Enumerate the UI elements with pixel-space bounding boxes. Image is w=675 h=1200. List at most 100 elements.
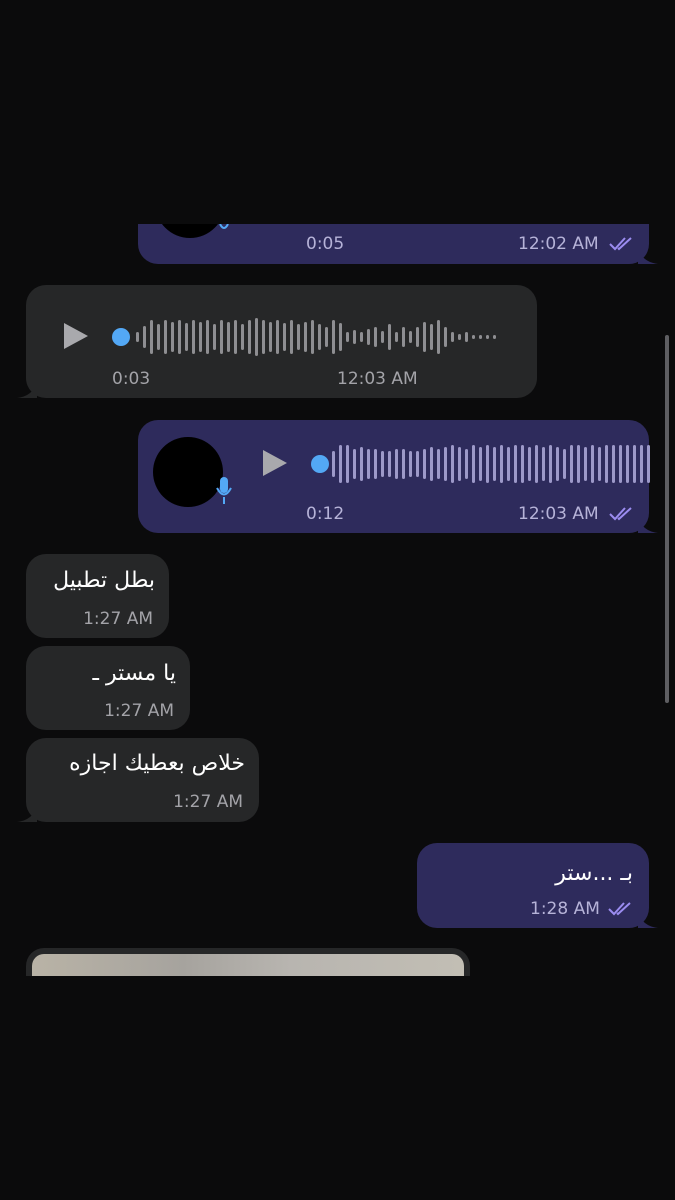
scrollbar[interactable] (665, 335, 669, 703)
playback-position-dot[interactable] (311, 455, 329, 473)
message-time: 1:28 AM (530, 899, 600, 919)
avatar (153, 437, 223, 507)
microphone-icon (216, 477, 232, 504)
waveform-bar (360, 332, 363, 342)
waveform-bar (255, 318, 258, 356)
bubble-tail (638, 248, 658, 264)
double-check-icon (609, 237, 632, 251)
waveform-bar (535, 445, 538, 483)
waveform-bar (234, 320, 237, 354)
double-check-icon (609, 507, 632, 521)
voice-duration: 0:12 (306, 504, 345, 524)
waveform-bar (437, 449, 440, 479)
playback-position-dot[interactable] (112, 328, 130, 346)
waveform-bar (304, 322, 307, 352)
waveform-bar (381, 331, 384, 343)
waveform-bar (647, 445, 650, 483)
waveform-bar (444, 447, 447, 481)
waveform-bar (192, 320, 195, 354)
image-message-incoming[interactable] (26, 948, 470, 978)
waveform-bar (437, 320, 440, 354)
waveform-bar (227, 322, 230, 352)
waveform-bar (409, 451, 412, 477)
bubble-tail (638, 517, 658, 533)
waveform-bar (241, 324, 244, 350)
waveform-bar (416, 327, 419, 347)
waveform-bar (458, 447, 461, 481)
waveform-bar (591, 445, 594, 483)
message-time: 1:27 AM (173, 792, 243, 812)
waveform-bar (150, 320, 153, 354)
waveform-bar (493, 447, 496, 481)
message-time: 1:27 AM (83, 609, 153, 629)
waveform-bar (213, 324, 216, 350)
waveform-bar (157, 324, 160, 350)
waveform-bar (353, 330, 356, 344)
waveform-bar (472, 445, 475, 483)
waveform-bar (458, 334, 461, 340)
waveform-bar (248, 320, 251, 354)
waveform-bar (290, 320, 293, 354)
waveform-bar (388, 451, 391, 477)
waveform-bar (465, 449, 468, 479)
waveform-bar (262, 320, 265, 354)
waveform-bar (402, 327, 405, 347)
message-time: 12:03 AM (518, 504, 599, 524)
voice-waveform[interactable] (136, 317, 496, 357)
waveform-bar (374, 327, 377, 347)
text-message-incoming[interactable]: يا مستر ـ 1:27 AM (26, 646, 190, 730)
waveform-bar (521, 445, 524, 483)
waveform-bar (416, 451, 419, 477)
waveform-bar (332, 320, 335, 354)
text-message-outgoing[interactable]: بـ ...ستر 1:28 AM (417, 843, 658, 928)
message-text: خلاص بعطيك اجازه (69, 751, 245, 776)
waveform-bar (493, 335, 496, 339)
waveform-bar (486, 335, 489, 339)
waveform-bar (199, 322, 202, 352)
message-text: بطل تطبيل (53, 568, 155, 593)
waveform-bar (570, 445, 573, 483)
waveform-bar (353, 449, 356, 479)
waveform-bar (633, 445, 636, 483)
bubble-tail (17, 806, 37, 822)
message-time: 12:02 AM (518, 234, 599, 254)
image-preview[interactable] (32, 954, 464, 978)
voice-duration: 0:05 (306, 234, 345, 254)
waveform-bar (514, 445, 517, 483)
waveform-bar (451, 445, 454, 483)
waveform-bar (507, 447, 510, 481)
waveform-bar (381, 451, 384, 477)
message-text: يا مستر ـ (92, 661, 176, 686)
waveform-bar (339, 323, 342, 351)
message-time: 1:27 AM (104, 701, 174, 721)
waveform-bar (584, 447, 587, 481)
voice-waveform[interactable] (332, 444, 650, 484)
waveform-bar (395, 332, 398, 342)
waveform-bar (367, 329, 370, 345)
bottom-cutoff (0, 976, 675, 1200)
voice-duration: 0:03 (112, 369, 151, 389)
waveform-bar (472, 335, 475, 339)
waveform-bar (640, 445, 643, 483)
waveform-bar (318, 324, 321, 350)
double-check-icon (608, 902, 631, 916)
waveform-bar (143, 326, 146, 348)
waveform-bar (178, 320, 181, 354)
waveform-bar (283, 323, 286, 351)
waveform-bar (423, 449, 426, 479)
waveform-bar (423, 322, 426, 352)
text-message-incoming[interactable]: بطل تطبيل 1:27 AM (26, 554, 169, 638)
waveform-bar (430, 447, 433, 481)
text-message-incoming[interactable]: خلاص بعطيك اجازه 1:27 AM (17, 738, 259, 822)
play-icon[interactable] (263, 450, 287, 476)
waveform-bar (360, 447, 363, 481)
play-icon[interactable] (64, 323, 88, 349)
waveform-bar (367, 449, 370, 479)
waveform-bar (346, 445, 349, 483)
voice-message-incoming[interactable]: 0:03 12:03 AM (17, 285, 537, 398)
waveform-bar (297, 324, 300, 350)
waveform-bar (185, 323, 188, 351)
voice-message-outgoing[interactable]: 0:12 12:03 AM (138, 420, 658, 533)
waveform-bar (465, 332, 468, 342)
waveform-bar (619, 445, 622, 483)
